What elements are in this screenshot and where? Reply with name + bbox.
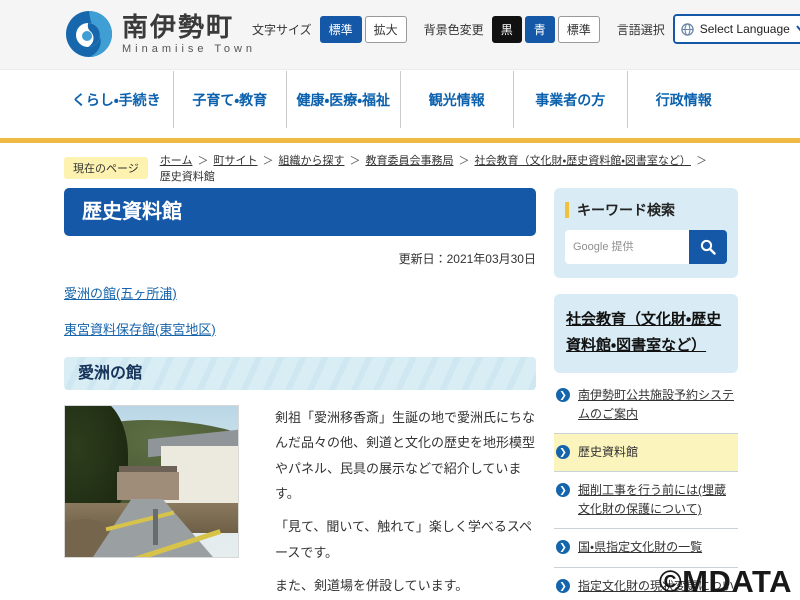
arrow-circle-icon: ❯ xyxy=(556,483,570,497)
town-logo-icon xyxy=(64,8,114,60)
sidebar: キーワード検索 社会教育（文化財・歴史資料館・図書室など） ❯ 南伊勢町公共施設予… xyxy=(554,188,738,600)
paragraph-1: 剣祖「愛洲移香斎」生誕の地で愛洲氏にちなんだ品々の他、剣道と文化の歴史を地形模型… xyxy=(275,405,536,506)
link-tougu-archive[interactable]: 東宮資料保存館(東宮地区) xyxy=(64,319,216,338)
content-row: 剣祖「愛洲移香斎」生誕の地で愛洲氏にちなんだ品々の他、剣道と文化の歴史を地形模型… xyxy=(64,405,536,598)
header-utility-bar: 文字サイズ 標準 拡大 背景色変更 黒 青 標準 言語選択 Select Lan… xyxy=(252,14,800,44)
language-select[interactable]: Select Language xyxy=(675,16,800,42)
breadcrumb-link-5[interactable]: 社会教育（文化財・歴史資料館・図書室など） xyxy=(474,155,690,167)
bg-standard-button[interactable]: 標準 xyxy=(558,16,600,43)
arrow-circle-icon: ❯ xyxy=(556,388,570,402)
nav-item-6[interactable]: 行政情報 xyxy=(627,71,741,128)
facility-exterior-photo xyxy=(64,405,239,558)
site-header: 南伊勢町 Minamiise Town 文字サイズ 標準 拡大 背景色変更 黒 … xyxy=(0,0,800,70)
language-label: 言語選択 xyxy=(617,21,665,38)
site-name: 南伊勢町 xyxy=(122,13,256,42)
sidebar-item-1[interactable]: ❯ 南伊勢町公共施設予約システムのご案内 xyxy=(554,377,738,434)
breadcrumb-link-4[interactable]: 教育委員会事務局 xyxy=(365,155,453,167)
keyword-search-card: キーワード検索 xyxy=(554,188,738,278)
breadcrumb-items: ホーム ＞ 町サイト ＞ 組織から探す ＞ 教育委員会事務局 ＞ 社会教育（文化財・歴史資料館・… xyxy=(160,152,744,184)
sidebar-item-label: 掘削工事を行う前には(埋蔵文化財の保護について) xyxy=(578,483,726,516)
search-input[interactable] xyxy=(565,230,689,264)
breadcrumb-separator: ＞ xyxy=(197,155,208,167)
paragraph-3: また、剣道場を併設しています。 xyxy=(275,573,536,598)
arrow-circle-icon: ❯ xyxy=(556,579,570,593)
breadcrumb-link-2[interactable]: 町サイト xyxy=(213,155,257,167)
breadcrumb: 現在のページ ホーム ＞ 町サイト ＞ 組織から探す ＞ 教育委員会事務局 ＞ 社会教育（文化財… xyxy=(64,152,744,184)
breadcrumb-separator: ＞ xyxy=(262,155,273,167)
site-logo[interactable]: 南伊勢町 Minamiise Town xyxy=(64,8,256,60)
sidebar-item-2[interactable]: ❯ 歴史資料館 xyxy=(554,434,738,472)
font-size-large-button[interactable]: 拡大 xyxy=(365,16,407,43)
nav-item-4[interactable]: 観光情報 xyxy=(400,71,514,128)
sidebar-item-3[interactable]: ❯ 掘削工事を行う前には(埋蔵文化財の保護について) xyxy=(554,472,738,529)
breadcrumb-separator: ＞ xyxy=(458,155,469,167)
page-title: 歴史資料館 xyxy=(64,188,536,236)
bg-blue-button[interactable]: 青 xyxy=(525,16,555,43)
chevron-down-icon xyxy=(796,25,800,33)
language-selected-value: Select Language xyxy=(700,22,796,36)
section-heading: 愛洲の館 xyxy=(64,357,536,390)
category-card: 社会教育（文化財・歴史資料館・図書室など） xyxy=(554,294,738,373)
nav-item-3[interactable]: 健康・医療・福祉 xyxy=(286,71,400,128)
link-aisu-no-yakata[interactable]: 愛洲の館(五ヶ所浦) xyxy=(64,283,177,302)
watermark: ©MDATA xyxy=(659,564,792,600)
main-content: 歴史資料館 更新日：2021年03月30日 愛洲の館(五ヶ所浦) 東宮資料保存館… xyxy=(64,188,536,600)
search-icon xyxy=(700,239,716,255)
nav-item-1[interactable]: くらし・手続き xyxy=(60,71,173,128)
breadcrumb-link-3[interactable]: 組織から探す xyxy=(278,155,344,167)
arrow-circle-icon: ❯ xyxy=(556,445,570,459)
accent-band xyxy=(0,138,800,143)
site-name-en: Minamiise Town xyxy=(122,43,256,55)
nav-item-2[interactable]: 子育て・教育 xyxy=(173,71,287,128)
sidebar-item-label: 歴史資料館 xyxy=(578,445,638,459)
updated-date: 更新日：2021年03月30日 xyxy=(64,250,536,267)
breadcrumb-separator: ＞ xyxy=(349,155,360,167)
breadcrumb-link-1[interactable]: ホーム xyxy=(160,155,193,167)
search-button[interactable] xyxy=(689,230,727,264)
search-title: キーワード検索 xyxy=(577,200,675,220)
category-title-link[interactable]: 社会教育（文化財・歴史資料館・図書室など） xyxy=(566,307,726,360)
font-size-label: 文字サイズ xyxy=(252,21,312,38)
current-page-tag: 現在のページ xyxy=(64,157,148,179)
font-size-standard-button[interactable]: 標準 xyxy=(320,16,362,43)
nav-item-5[interactable]: 事業者の方 xyxy=(513,71,627,128)
description-text: 剣祖「愛洲移香斎」生誕の地で愛洲氏にちなんだ品々の他、剣道と文化の歴史を地形模型… xyxy=(275,405,536,598)
bg-color-label: 背景色変更 xyxy=(424,21,484,38)
breadcrumb-current: 歴史資料館 xyxy=(160,171,215,183)
language-box: Select Language 翻訳 xyxy=(673,14,800,44)
sidebar-item-4[interactable]: ❯ 国・県指定文化財の一覧 xyxy=(554,529,738,567)
arrow-circle-icon: ❯ xyxy=(556,540,570,554)
paragraph-2: 「見て、聞いて、触れて」楽しく学べるスペースです。 xyxy=(275,514,536,565)
logo-text-block: 南伊勢町 Minamiise Town xyxy=(122,13,256,56)
page: 南伊勢町 Minamiise Town 文字サイズ 標準 拡大 背景色変更 黒 … xyxy=(0,0,800,600)
globe-icon xyxy=(681,23,694,36)
sidebar-item-label: 国・県指定文化財の一覧 xyxy=(578,540,702,554)
bg-black-button[interactable]: 黒 xyxy=(492,16,522,43)
title-accent-bar xyxy=(565,202,569,218)
main-nav: くらし・手続き子育て・教育健康・医療・福祉観光情報事業者の方行政情報 xyxy=(0,71,800,128)
breadcrumb-separator: ＞ xyxy=(696,155,707,167)
sidebar-item-label: 南伊勢町公共施設予約システムのご案内 xyxy=(578,388,734,421)
